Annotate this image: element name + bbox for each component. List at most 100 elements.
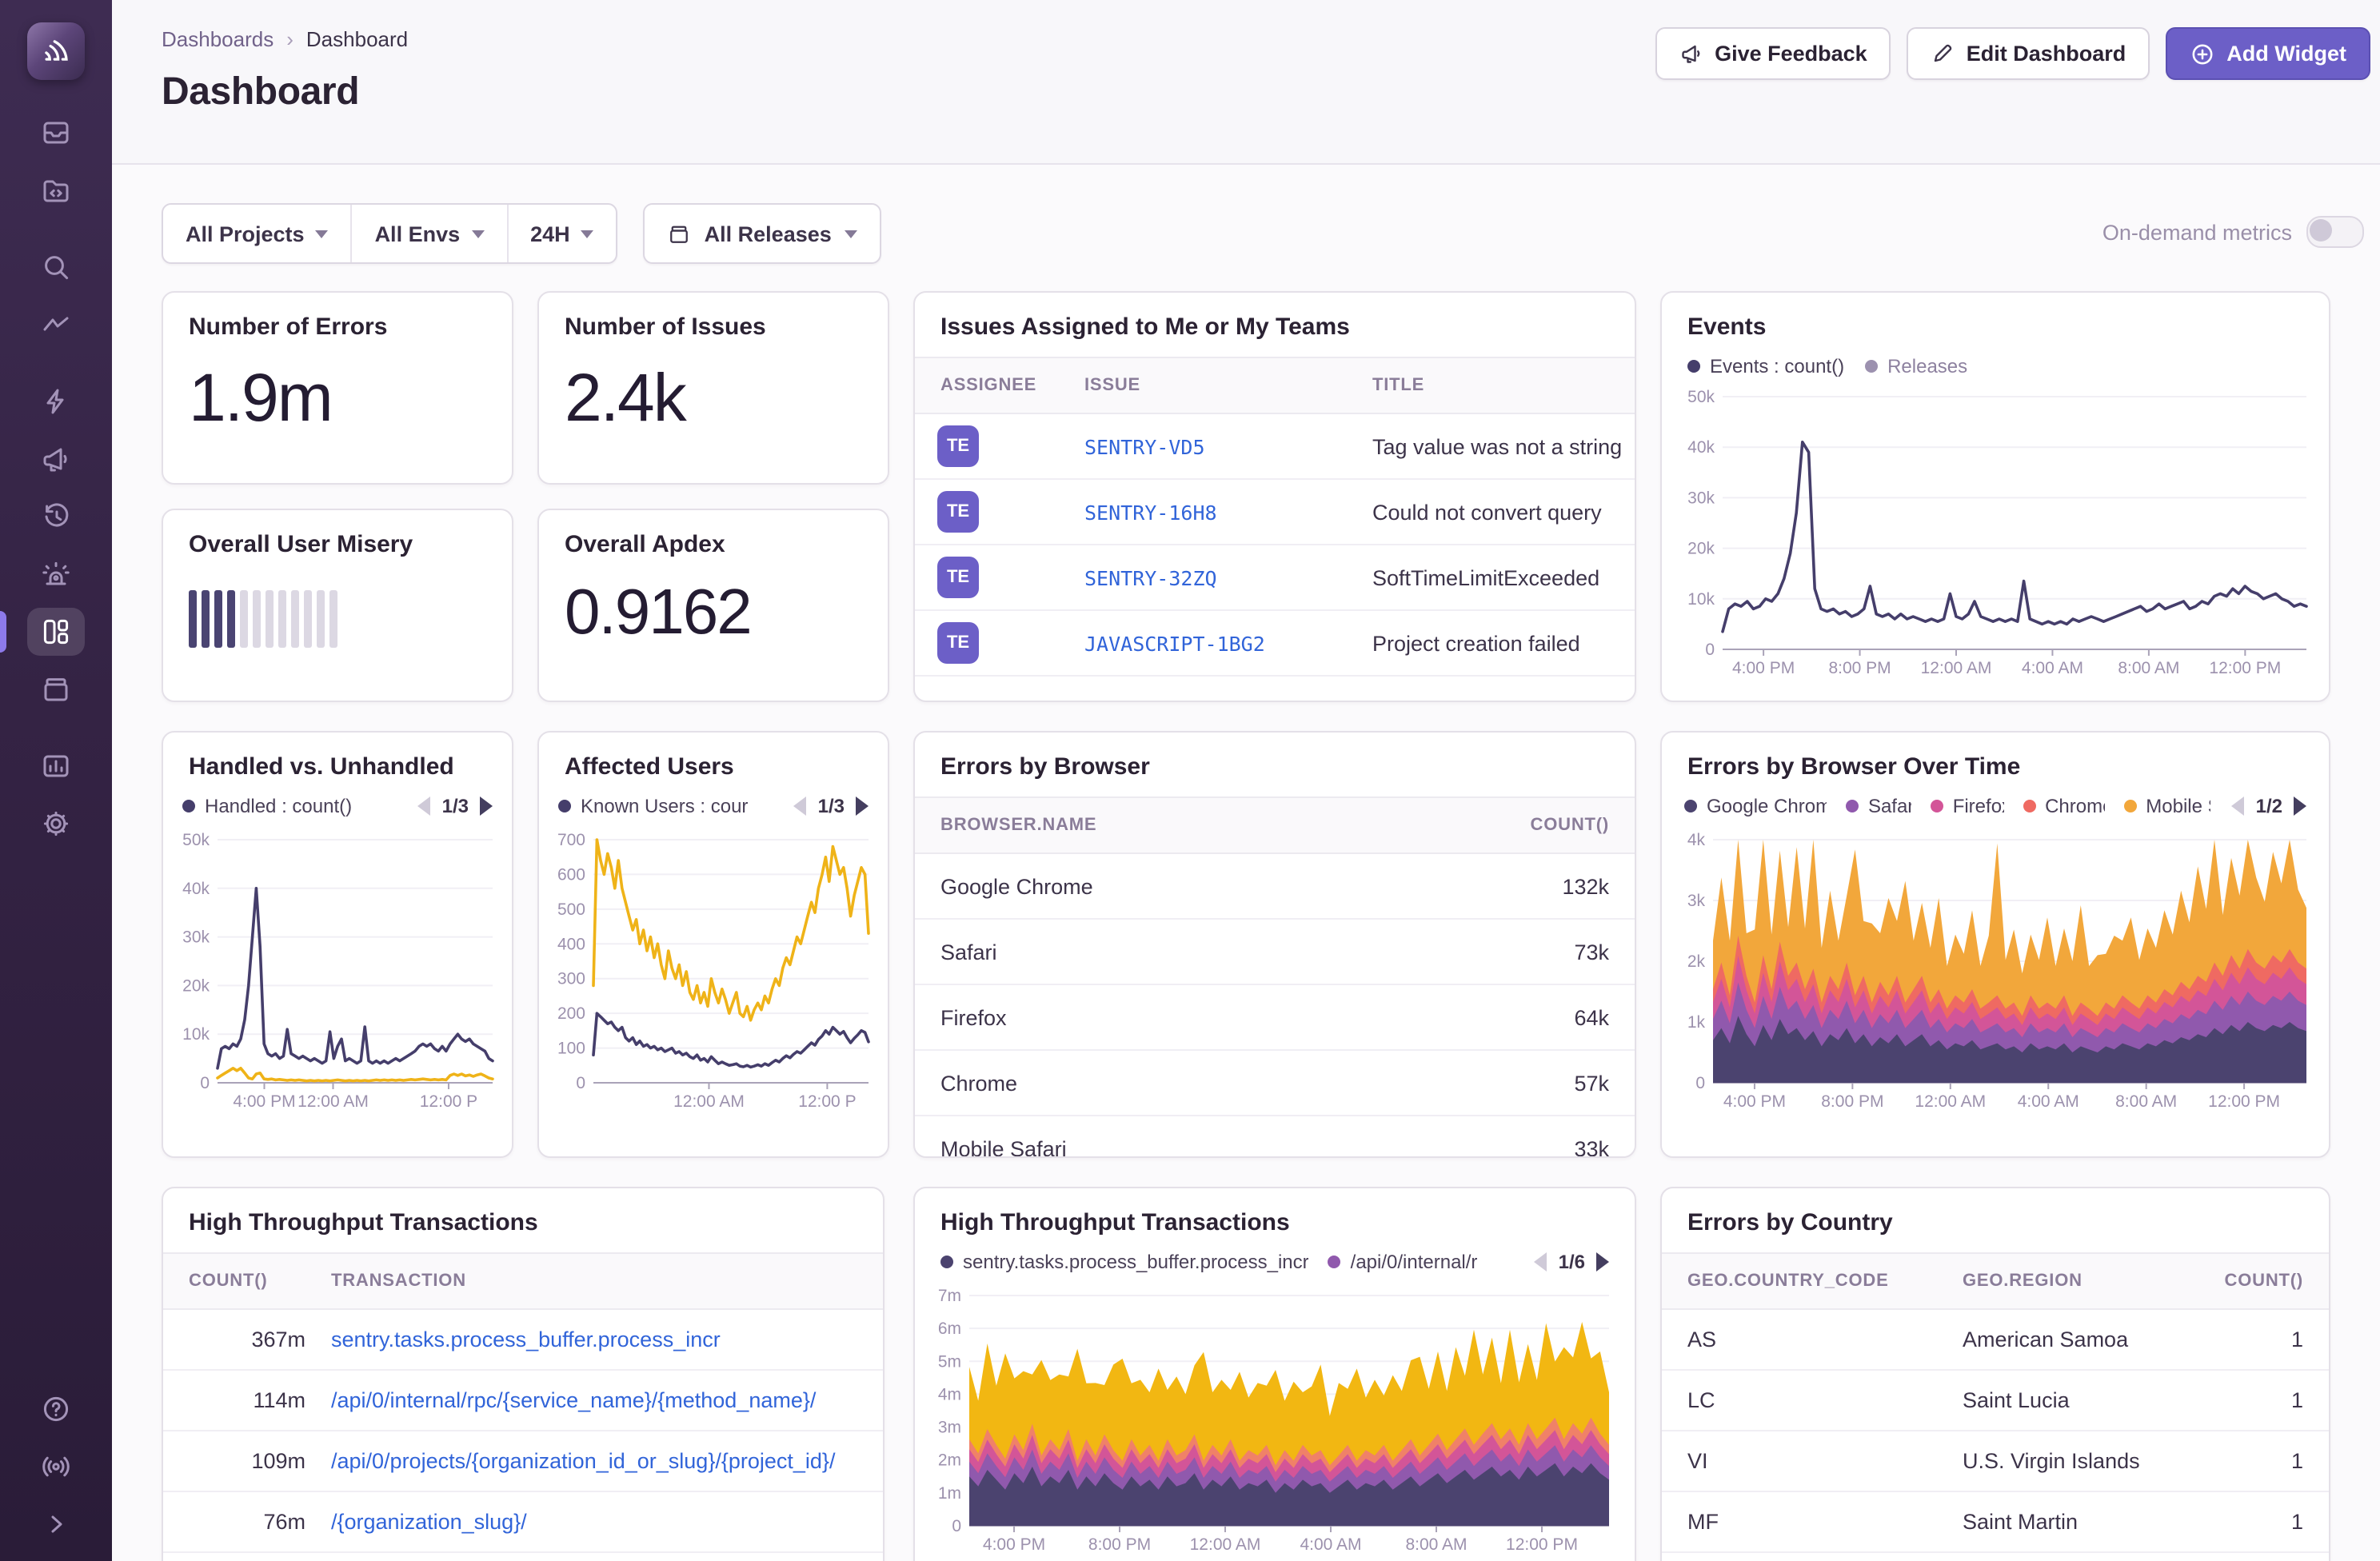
assignee-avatar[interactable]: TE [937, 557, 979, 598]
sidebar-item-feedback[interactable] [27, 435, 85, 483]
legend-item[interactable]: Firefox [1931, 794, 2003, 816]
legend-item[interactable]: /api/0/internal/r [1328, 1250, 1478, 1272]
sidebar-item-performance[interactable] [27, 301, 85, 349]
pager-prev-icon[interactable] [1535, 1252, 1547, 1271]
chevron-right-icon [40, 1508, 72, 1540]
date-range-filter[interactable]: 24H [506, 205, 617, 262]
edit-dashboard-button[interactable]: Edit Dashboard [1907, 27, 2150, 80]
handled-chart: 010k20k30k40k50k4:00 PM12:00 AM12:00 P [170, 830, 499, 1112]
sidebar-item-help[interactable] [27, 1385, 85, 1433]
widget-title: Errors by Country [1662, 1188, 2329, 1243]
svg-text:2k: 2k [1687, 952, 1706, 971]
country-code: LC [1662, 1388, 1963, 1412]
transaction-link[interactable]: /api/0/internal/rpc/{service_name}/{meth… [331, 1388, 883, 1412]
legend-dot-icon [1931, 799, 1943, 812]
issue-title: Tag value was not a string [1372, 434, 1635, 458]
sidebar-item-issues[interactable] [27, 109, 85, 157]
sidebar-item-dashboards[interactable] [27, 608, 85, 656]
issue-link[interactable]: SENTRY-16H8 [1084, 500, 1372, 524]
sidebar-item-stats[interactable] [27, 742, 85, 790]
chevron-down-icon [581, 230, 594, 238]
pager-next-icon[interactable] [856, 796, 869, 815]
widget-pager: 1/2 [2232, 794, 2306, 816]
breadcrumb: Dashboards › Dashboard [162, 27, 408, 51]
legend-item[interactable]: Known Users : cour [558, 794, 748, 816]
environment-filter[interactable]: All Envs [351, 205, 507, 262]
sidebar-item-quickstart[interactable] [27, 377, 85, 425]
svg-text:100: 100 [557, 1040, 585, 1058]
widget-number-of-issues: Number of Issues 2.4k [537, 291, 889, 485]
assignee-avatar[interactable]: TE [937, 425, 979, 467]
svg-text:8:00 PM: 8:00 PM [1828, 659, 1891, 677]
legend-item[interactable]: sentry.tasks.process_buffer.process_incr [940, 1250, 1309, 1272]
legend-item[interactable]: Events : count() [1687, 354, 1844, 377]
page-title: Dashboard [162, 70, 359, 115]
svg-text:3k: 3k [1687, 892, 1706, 910]
legend-item[interactable]: Mobile S [2123, 794, 2210, 816]
country-region: Saint Martin [1963, 1510, 2207, 1534]
misery-bar [202, 590, 210, 648]
browser-time-chart: 01k2k3k4k4:00 PM8:00 PM12:00 AM4:00 AM8:… [1671, 830, 2313, 1112]
issue-link[interactable]: SENTRY-32ZQ [1084, 565, 1372, 589]
pager-prev-icon[interactable] [794, 796, 807, 815]
apdex-value: 0.9162 [539, 565, 888, 649]
legend-item[interactable]: Safari [1846, 794, 1911, 816]
broadcast-icon [40, 1451, 72, 1483]
sidebar-item-broadcasts[interactable] [27, 1443, 85, 1491]
legend-item[interactable]: Google Chrome [1684, 794, 1827, 816]
project-filter[interactable]: All Projects [163, 205, 351, 262]
country-count: 1 [2207, 1510, 2329, 1534]
browser-name: Firefox [915, 1005, 1475, 1029]
sentry-logo[interactable] [27, 22, 85, 80]
legend-item[interactable]: Releases [1865, 354, 1967, 377]
page-filters: All Projects All Envs 24H [162, 203, 618, 264]
transaction-link[interactable]: sentry.tasks.process_buffer.process_incr [331, 1327, 883, 1351]
sidebar-item-settings[interactable] [27, 800, 85, 848]
sidebar-item-alerts[interactable] [27, 550, 85, 598]
widget-events: Events Events : count()Releases 010k20k3… [1660, 291, 2330, 702]
misery-bar [253, 590, 261, 648]
issue-link[interactable]: SENTRY-VD5 [1084, 434, 1372, 458]
svg-text:40k: 40k [1687, 438, 1715, 457]
active-nav-indicator [0, 611, 6, 653]
table-header: COUNT() TRANSACTION [163, 1252, 883, 1310]
issue-title: SoftTimeLimitExceeded [1372, 565, 1635, 589]
sidebar-collapse-toggle[interactable] [27, 1500, 85, 1548]
pager-prev-icon[interactable] [2232, 796, 2245, 815]
breadcrumb-dashboards[interactable]: Dashboards [162, 27, 274, 51]
legend-label: Google Chrome [1707, 794, 1827, 816]
assignee-avatar[interactable]: TE [937, 622, 979, 664]
errors-value: 1.9m [163, 347, 512, 437]
assignee-avatar[interactable]: TE [937, 491, 979, 533]
transaction-link[interactable]: /{organization_slug}/ [331, 1510, 883, 1534]
affected-users-chart: 010020030040050060070012:00 AM12:00 P [545, 830, 875, 1112]
pager-next-icon[interactable] [1596, 1252, 1609, 1271]
pager-prev-icon[interactable] [418, 796, 431, 815]
widget-title: High Throughput Transactions [163, 1188, 883, 1243]
table-row: Firefox64k [915, 985, 1635, 1051]
sidebar-item-search[interactable] [27, 243, 85, 291]
legend-item[interactable]: Chrome [2023, 794, 2104, 816]
pager-next-icon[interactable] [2294, 796, 2306, 815]
sidebar-item-projects[interactable] [27, 166, 85, 214]
add-widget-button[interactable]: Add Widget [2166, 27, 2370, 80]
transaction-count: 367m [163, 1327, 331, 1351]
table-header: BROWSER.NAME COUNT() [915, 796, 1635, 854]
legend-label: Safari [1868, 794, 1911, 816]
sidebar-item-replays[interactable] [27, 493, 85, 541]
sidebar-item-releases[interactable] [27, 665, 85, 713]
widget-title: Overall Apdex [539, 510, 888, 565]
svg-text:12:00 AM: 12:00 AM [1915, 1092, 1986, 1111]
pager-next-icon[interactable] [480, 796, 493, 815]
ondemand-toggle[interactable] [2306, 216, 2364, 248]
svg-text:50k: 50k [182, 831, 210, 849]
svg-text:30k: 30k [182, 928, 210, 947]
search-icon [40, 251, 72, 283]
give-feedback-button[interactable]: Give Feedback [1655, 27, 1891, 80]
legend-dot-icon [940, 1255, 953, 1268]
transaction-link[interactable]: /api/0/projects/{organization_id_or_slug… [331, 1449, 883, 1473]
issue-link[interactable]: JAVASCRIPT-1BG2 [1084, 631, 1372, 655]
legend-item[interactable]: Handled : count() [182, 794, 352, 816]
releases-filter[interactable]: All Releases [644, 203, 881, 264]
legend-dot-icon [1865, 359, 1878, 372]
